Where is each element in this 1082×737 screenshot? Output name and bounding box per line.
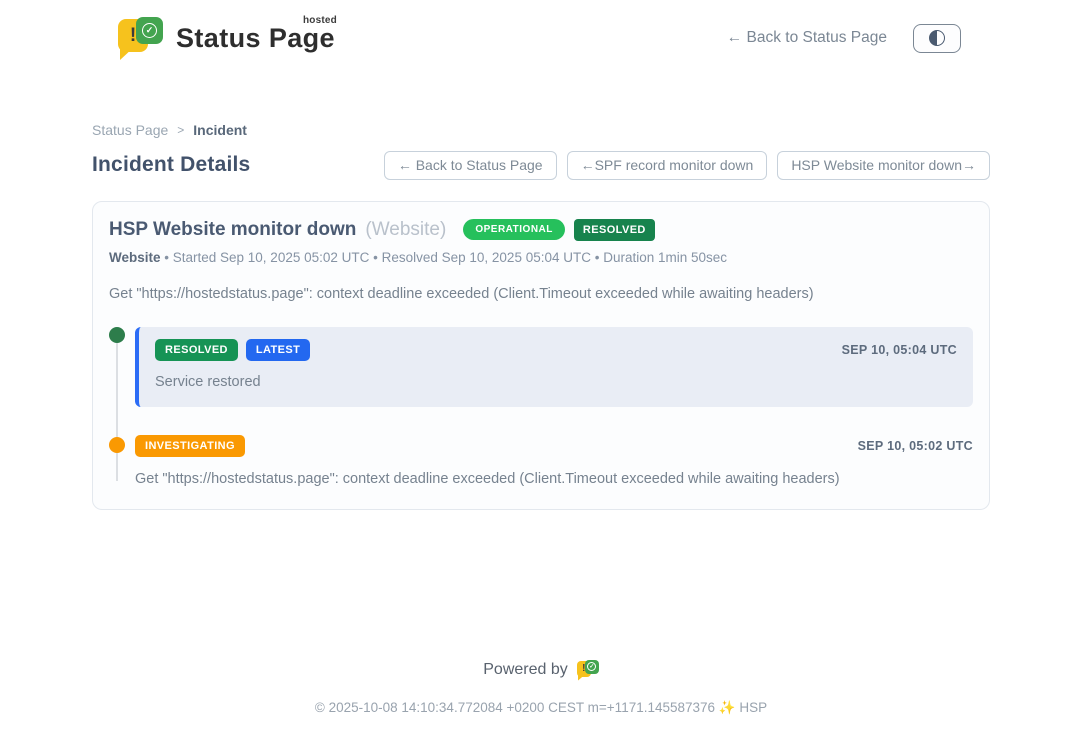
timeline-timestamp: SEP 10, 05:04 UTC <box>842 343 957 357</box>
timeline-update-latest: RESOLVED LATEST SEP 10, 05:04 UTC Servic… <box>135 327 973 407</box>
brand-superscript: hosted <box>303 16 337 26</box>
investigating-badge: INVESTIGATING <box>135 435 245 457</box>
brand-name: Status Pagehosted <box>176 25 335 52</box>
timeline-update-header: INVESTIGATING SEP 10, 05:02 UTC <box>135 435 973 457</box>
operational-status-badge: OPERATIONAL <box>463 219 565 240</box>
timeline-dot-resolved <box>109 327 125 343</box>
check-badge-icon: ✓ <box>136 17 163 44</box>
incident-title: HSP Website monitor down <box>109 219 356 241</box>
latest-badge: LATEST <box>246 339 310 361</box>
incident-description: Get "https://hostedstatus.page": context… <box>109 286 973 302</box>
half-circle-icon <box>929 30 945 46</box>
copyright-text: © 2025-10-08 14:10:34.772084 +0200 CEST … <box>0 700 1082 716</box>
incident-component: (Website) <box>365 219 446 241</box>
check-icon: ✓ <box>142 23 157 38</box>
status-page-logo-icon: ! ✓ <box>118 16 164 60</box>
prev-incident-button[interactable]: ←SPF record monitor down <box>567 151 768 180</box>
page-title: Incident Details <box>92 153 250 177</box>
timeline-dot-investigating <box>109 437 125 453</box>
chevron-right-icon: > <box>177 123 184 137</box>
incident-timeline: RESOLVED LATEST SEP 10, 05:04 UTC Servic… <box>109 327 973 487</box>
incident-service-name: Website <box>109 250 161 265</box>
timeline-message: Service restored <box>155 374 957 390</box>
powered-by-label: Powered by <box>483 661 568 679</box>
header: ! ✓ Status Pagehosted ← Back to Status P… <box>0 0 1082 62</box>
timeline-update-first: INVESTIGATING SEP 10, 05:02 UTC Get "htt… <box>135 434 973 487</box>
timeline-item-resolved: RESOLVED LATEST SEP 10, 05:04 UTC Servic… <box>109 327 973 407</box>
breadcrumb-status-page-link[interactable]: Status Page <box>92 122 168 138</box>
resolved-badge: RESOLVED <box>155 339 238 361</box>
breadcrumb: Status Page > Incident <box>92 122 990 138</box>
timeline-update-header: RESOLVED LATEST SEP 10, 05:04 UTC <box>155 339 957 361</box>
breadcrumb-current-incident: Incident <box>193 122 247 138</box>
header-actions: ← Back to Status Page <box>727 24 961 53</box>
incident-card: HSP Website monitor down (Website) OPERA… <box>92 201 990 510</box>
timeline-timestamp: SEP 10, 05:02 UTC <box>858 439 973 453</box>
brand-logo[interactable]: ! ✓ Status Pagehosted <box>118 16 335 60</box>
back-to-status-page-button[interactable]: ← Back to Status Page <box>384 151 557 180</box>
timeline-message: Get "https://hostedstatus.page": context… <box>135 471 973 487</box>
powered-by-row: Powered by ! ✓ <box>0 660 1082 681</box>
header-back-to-status-page-link[interactable]: ← Back to Status Page <box>727 29 887 47</box>
check-badge-icon: ✓ <box>585 660 599 674</box>
title-row: Incident Details ← Back to Status Page ←… <box>92 151 990 180</box>
footer: Powered by ! ✓ © 2025-10-08 14:10:34.772… <box>0 660 1082 716</box>
incident-title-row: HSP Website monitor down (Website) OPERA… <box>109 219 973 241</box>
main-content: Status Page > Incident Incident Details … <box>92 122 990 510</box>
incident-nav-buttons: ← Back to Status Page ←SPF record monito… <box>384 151 990 180</box>
incident-meta-details: • Started Sep 10, 2025 05:02 UTC • Resol… <box>161 250 728 265</box>
incident-meta: Website • Started Sep 10, 2025 05:02 UTC… <box>109 250 973 265</box>
powered-by-logo-link[interactable]: ! ✓ <box>577 660 599 681</box>
theme-toggle-button[interactable] <box>913 24 961 53</box>
resolved-state-badge: RESOLVED <box>574 219 655 241</box>
next-incident-button[interactable]: HSP Website monitor down→ <box>777 151 990 180</box>
check-icon: ✓ <box>587 662 596 671</box>
timeline-item-investigating: INVESTIGATING SEP 10, 05:02 UTC Get "htt… <box>109 434 973 487</box>
